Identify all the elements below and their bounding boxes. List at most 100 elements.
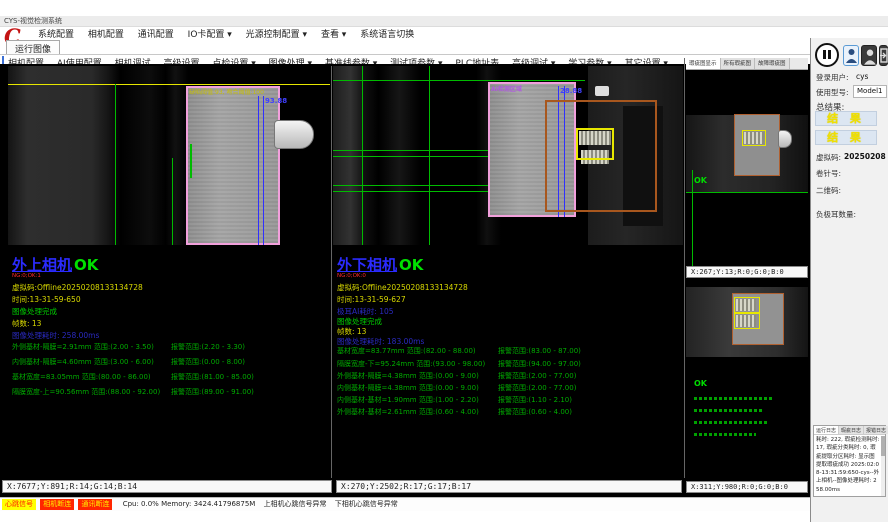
threshold-overlay: 缺陷阈值:93, 吻合阈值:100 — [189, 87, 264, 96]
alarm-range: 报警范围:(94.00 - 97.00) — [498, 359, 581, 369]
thumb-top-ok: OK — [694, 176, 707, 185]
result-text-line — [694, 433, 756, 436]
log-panel: 运行日志 瑕疵日志 报错日志 耗时: 222, 瑕疵检测耗时: 17, 瑕疵分类… — [813, 425, 886, 497]
menu-language-switch[interactable]: 系统语言切换 — [360, 27, 414, 40]
left-camera-status: OK — [74, 256, 98, 274]
menu-bar: 系统配置 相机配置 通讯配置 IO卡配置 ▾ 光源控制配置 ▾ 查看 ▾ 系统语… — [0, 27, 888, 40]
tab-run-image[interactable]: 运行图像 — [6, 40, 60, 55]
left-elapsed: 图像处理耗时: 258.00ms — [12, 330, 99, 341]
menu-system-config[interactable]: 系统配置 — [38, 27, 74, 40]
user-login-button[interactable] — [843, 45, 859, 66]
alarm-range: 报警范围:(89.00 - 91.00) — [171, 387, 254, 397]
alarm-range: 报警范围:(2.00 - 77.00) — [498, 371, 576, 381]
mid-camera-view: AI检测区域 28.88 外下相机OK NG:0;OK:0 虚拟码:Offlin… — [333, 66, 683, 478]
measurement-row: 内侧基材-隔膜=4.38mm 范围:(0.00 - 9.00) — [337, 383, 479, 393]
logout-button[interactable] — [879, 45, 888, 66]
user-switch-button[interactable] — [861, 45, 877, 66]
left-time: 时间:13-31-59-650 — [12, 294, 81, 305]
left-camera-image[interactable]: 缺陷阈值:93, 吻合阈值:100 93.88 — [8, 66, 330, 245]
thumb-bottom-ok: OK — [694, 379, 707, 388]
log-text: 耗时: 222, 瑕疵检测耗时: 17, 瑕疵分类耗时: 0, 瑕疵提取分区耗时… — [814, 435, 885, 495]
result-text-line — [694, 409, 764, 412]
user-icon — [863, 47, 877, 66]
log-tab-run[interactable]: 运行日志 — [814, 426, 839, 434]
measurement-row: 外侧基材-基材=2.61mm 范围:(0.60 - 4.00) — [337, 407, 479, 417]
alarm-range: 报警范围:(0.60 - 4.00) — [498, 407, 572, 417]
thumb-top-view[interactable]: OK — [686, 70, 808, 266]
result-text-line — [694, 397, 772, 400]
green-ref-line — [686, 192, 808, 193]
menu-view[interactable]: 查看 ▾ — [321, 27, 346, 40]
reel-number-label: 卷针号: — [816, 168, 841, 179]
view-separator — [331, 66, 332, 478]
comm-disconnect-badge: 通讯断连 — [78, 499, 112, 510]
logout-icon — [880, 46, 888, 65]
menu-camera-config[interactable]: 相机配置 — [88, 27, 124, 40]
log-scrollbar[interactable] — [881, 436, 885, 496]
green-ref-line — [333, 191, 493, 192]
window-titlebar: CYS-视觉检测系统 — [0, 16, 888, 27]
menu-io-config[interactable]: IO卡配置 ▾ — [188, 27, 232, 40]
result-indicator-bottom: 结 果 — [815, 130, 877, 145]
log-scrollbar-thumb[interactable] — [881, 436, 885, 456]
mid-result-title: 外下相机OK — [337, 254, 423, 275]
thumb-tab-defect-display[interactable]: 瑕疵图显示 — [686, 58, 721, 69]
left-process-done: 图像处理完成 — [12, 306, 57, 317]
status-bar: 心跳信号 相机断连 通讯断连 Cpu: 0.0% Memory: 3424.41… — [0, 497, 810, 511]
pause-button[interactable] — [815, 43, 839, 67]
measure-value-label: 28.88 — [560, 87, 582, 95]
heartbeat-badge: 心跳信号 — [2, 499, 36, 510]
pause-icon — [823, 50, 826, 59]
left-result-title: 外上相机OK — [12, 254, 98, 275]
thumb-bottom-view[interactable]: OK — [686, 279, 808, 479]
ai-region-label: AI检测区域 — [491, 84, 522, 93]
green-ref-line — [692, 170, 693, 266]
app-window: CYS-视觉检测系统 C 系统配置 相机配置 通讯配置 IO卡配置 ▾ 光源控制… — [0, 0, 888, 522]
alarm-range: 报警范围:(0.00 - 8.00) — [171, 357, 245, 367]
defect-highlight-box — [734, 313, 760, 329]
left-frame-count: 帧数: 13 — [12, 318, 41, 329]
mid-camera-name: 外下相机 — [337, 256, 397, 274]
measurement-row: 内侧基材-隔膜=4.60mm 范围:(3.00 - 6.00) — [12, 357, 154, 367]
green-edge-line — [190, 144, 192, 178]
left-coordinate-bar: X:7677;Y:891;R:14;G:14;B:14 — [2, 480, 332, 493]
thumb-tab-all-defects[interactable]: 所有瑕疵图 — [721, 58, 756, 69]
left-ng-ok-counts: NG:0;OK:1 — [12, 273, 41, 279]
mid-time: 时间:13-31-59-627 — [337, 294, 406, 305]
measurement-row: 外侧基材-隔膜=4.38mm 范围:(0.00 - 9.00) — [337, 371, 479, 381]
measure-value-label: 93.88 — [265, 97, 287, 105]
defect-highlight-box — [742, 130, 766, 146]
mid-camera-image[interactable]: AI检测区域 28.88 — [333, 66, 683, 245]
defect-highlight-box — [576, 128, 614, 160]
measure-line — [263, 96, 264, 245]
menu-comm-config[interactable]: 通讯配置 — [138, 27, 174, 40]
camera-disconnect-badge: 相机断连 — [40, 499, 74, 510]
log-tab-defect[interactable]: 瑕疵日志 — [839, 426, 864, 434]
log-tab-error[interactable]: 报错日志 — [864, 426, 888, 434]
measurement-row: 内侧基材-基材=1.90mm 范围:(1.00 - 2.20) — [337, 395, 479, 405]
login-user-label: 登录用户: — [816, 72, 849, 83]
user-icon — [845, 47, 858, 64]
left-virtual-code: 虚拟码:Offline20250208133134728 — [12, 282, 143, 293]
green-ref-line — [333, 156, 488, 157]
left-camera-name: 外上相机 — [12, 256, 72, 274]
mid-coordinate-bar: X:270;Y:2502;R:17;G:17;B:17 — [336, 480, 682, 493]
mid-virtual-code: 虚拟码:Offline20250208133134728 — [337, 282, 468, 293]
control-panel: 登录用户: cys 使用型号: Model1 总结果: 结 果 结 果 虚拟码:… — [810, 38, 888, 522]
measure-line — [258, 96, 259, 245]
alarm-range: 报警范围:(83.00 - 87.00) — [498, 346, 581, 356]
log-tabs: 运行日志 瑕疵日志 报错日志 — [814, 426, 885, 435]
measurement-row: 基材宽度=83.77mm 范围:(82.00 - 88.00) — [337, 346, 476, 356]
model-value-box[interactable]: Model1 — [853, 85, 887, 98]
thumb-bottom-coordinate-bar: X:311;Y:980;R:0;G:0;B:0 — [686, 481, 808, 493]
bright-spot — [595, 86, 609, 96]
alarm-range: 报警范围:(81.00 - 85.00) — [171, 372, 254, 382]
upper-camera-heartbeat-status: 上相机心跳信号异常 — [264, 500, 327, 508]
menu-light-config[interactable]: 光源控制配置 ▾ — [246, 27, 307, 40]
left-camera-view: 缺陷阈值:93, 吻合阈值:100 93.88 外上相机OK NG:0;OK:1… — [8, 66, 330, 478]
alarm-range: 报警范围:(1.10 - 2.10) — [498, 395, 572, 405]
green-ref-line — [333, 80, 585, 81]
login-user-value: cys — [856, 72, 868, 81]
thumb-tab-fault-defects[interactable]: 故障瑕疵图 — [755, 58, 790, 69]
thumb-top-coordinate-bar: X:267;Y:13;R:0;G:0;B:0 — [686, 266, 808, 278]
